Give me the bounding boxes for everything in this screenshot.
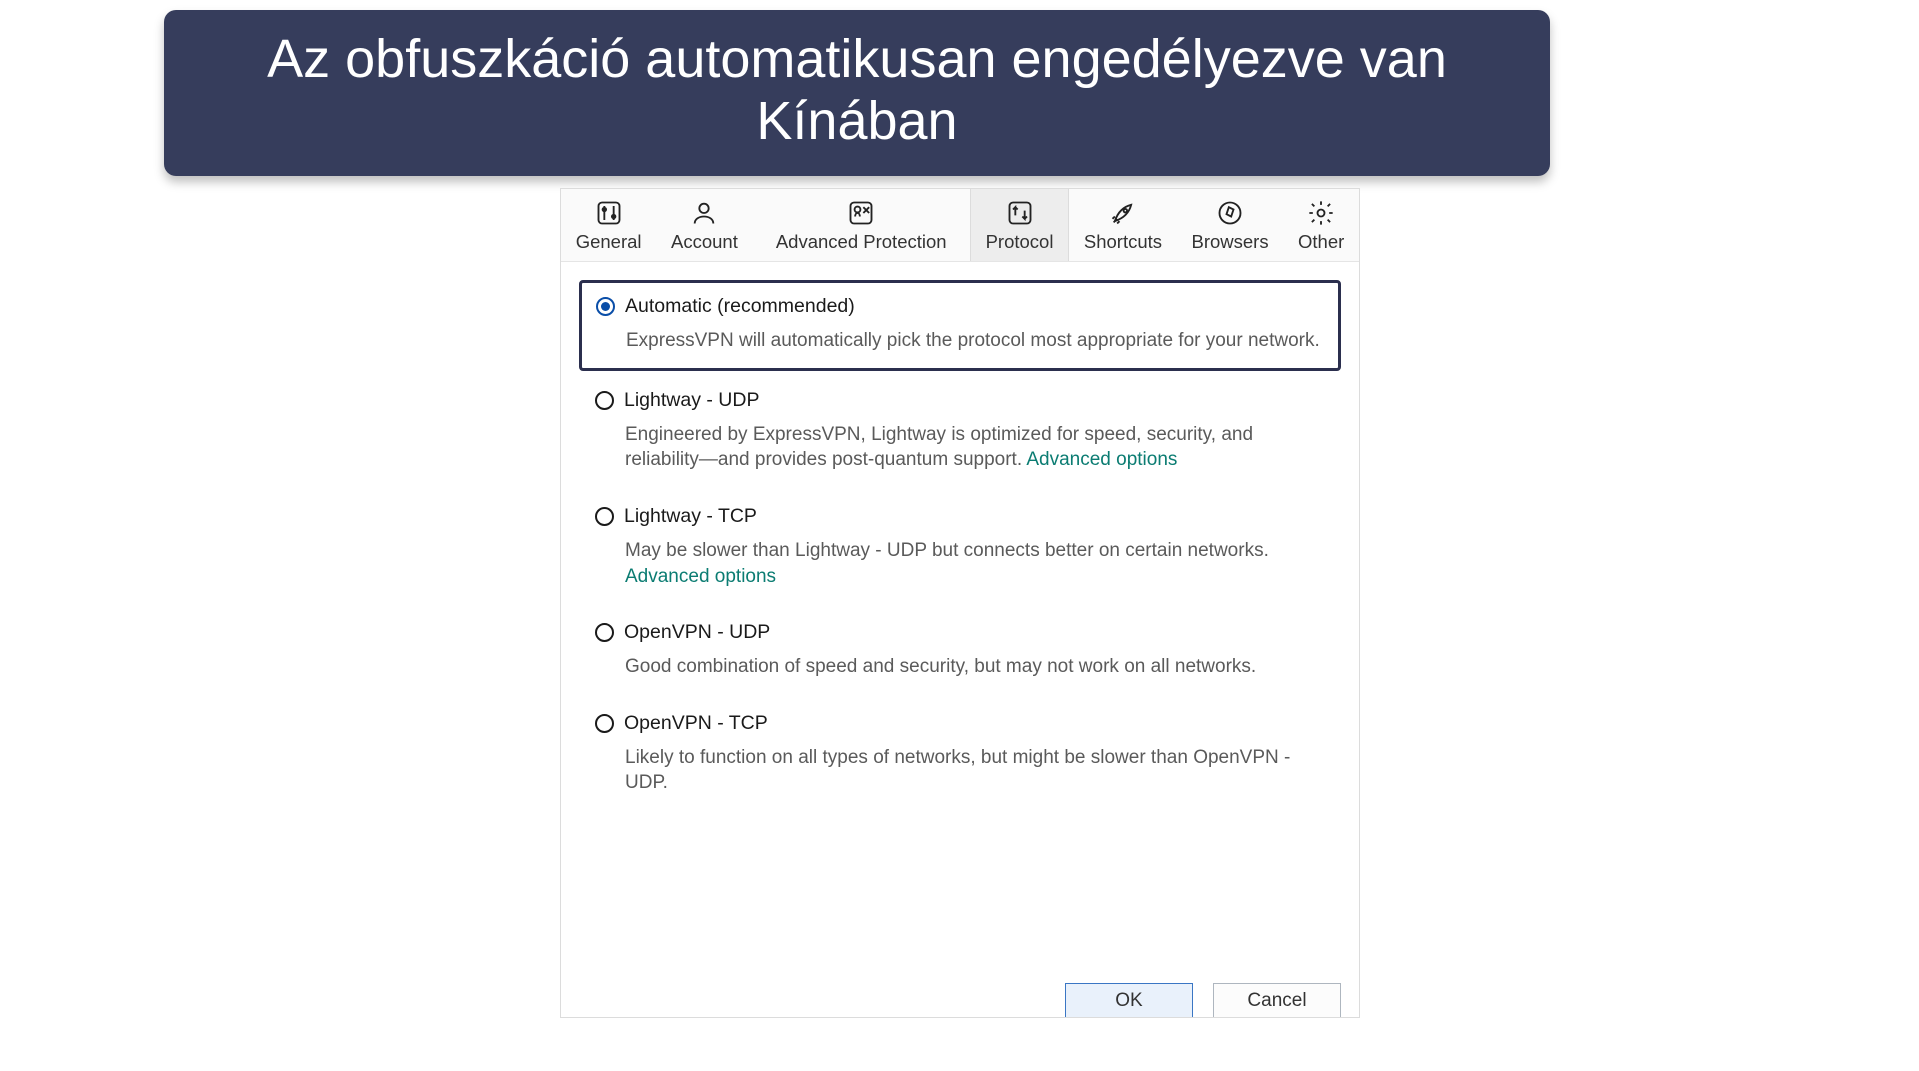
- protocol-option-lightway-udp[interactable]: Lightway - UDP Engineered by ExpressVPN,…: [579, 377, 1341, 487]
- option-title: Lightway - UDP: [624, 389, 759, 412]
- caption-text: Az obfuszkáció automatikusan engedélyezv…: [267, 29, 1447, 151]
- tab-label: Other: [1298, 231, 1344, 252]
- tab-protocol[interactable]: Protocol: [970, 189, 1069, 261]
- rocket-icon: [1109, 199, 1137, 227]
- option-description: Engineered by ExpressVPN, Lightway is op…: [625, 422, 1325, 473]
- radio-icon[interactable]: [595, 507, 614, 526]
- cancel-button[interactable]: Cancel: [1213, 983, 1341, 1017]
- radio-icon[interactable]: [596, 297, 615, 316]
- compass-icon: [1216, 199, 1244, 227]
- protocol-panel: Automatic (recommended) ExpressVPN will …: [561, 262, 1359, 1017]
- tab-label: Browsers: [1191, 231, 1268, 252]
- sliders-icon: [595, 199, 623, 227]
- option-title: OpenVPN - UDP: [624, 621, 770, 644]
- option-description: May be slower than Lightway - UDP but co…: [625, 538, 1325, 589]
- option-description: ExpressVPN will automatically pick the p…: [626, 328, 1324, 354]
- tab-shortcuts[interactable]: Shortcuts: [1069, 189, 1177, 261]
- tab-label: General: [576, 231, 642, 252]
- tab-browsers[interactable]: Browsers: [1177, 189, 1284, 261]
- shield-lock-icon: [847, 199, 875, 227]
- tab-label: Shortcuts: [1084, 231, 1162, 252]
- option-description: Good combination of speed and security, …: [625, 654, 1325, 680]
- dialog-button-bar: OK Cancel: [1065, 973, 1341, 1017]
- option-description: Likely to function on all types of netwo…: [625, 745, 1325, 796]
- description-text: May be slower than Lightway - UDP but co…: [625, 540, 1269, 561]
- advanced-options-link[interactable]: Advanced options: [625, 566, 776, 587]
- tab-label: Protocol: [986, 231, 1054, 252]
- arrows-icon: [1006, 199, 1034, 227]
- radio-icon[interactable]: [595, 623, 614, 642]
- tab-other[interactable]: Other: [1283, 189, 1359, 261]
- ok-button[interactable]: OK: [1065, 983, 1193, 1017]
- option-title: OpenVPN - TCP: [624, 712, 768, 735]
- tabbar: General Account Advanced Protection Prot…: [561, 189, 1359, 262]
- tab-advanced-protection[interactable]: Advanced Protection: [753, 189, 970, 261]
- tab-label: Advanced Protection: [776, 231, 947, 252]
- protocol-option-openvpn-tcp[interactable]: OpenVPN - TCP Likely to function on all …: [579, 700, 1341, 810]
- advanced-options-link[interactable]: Advanced options: [1026, 449, 1177, 470]
- tab-general[interactable]: General: [561, 189, 656, 261]
- gear-icon: [1307, 199, 1335, 227]
- protocol-option-lightway-tcp[interactable]: Lightway - TCP May be slower than Lightw…: [579, 493, 1341, 603]
- radio-icon[interactable]: [595, 391, 614, 410]
- radio-icon[interactable]: [595, 714, 614, 733]
- user-icon: [690, 199, 718, 227]
- option-title: Automatic (recommended): [625, 295, 855, 318]
- caption-banner: Az obfuszkáció automatikusan engedélyezv…: [164, 10, 1550, 176]
- tab-account[interactable]: Account: [656, 189, 752, 261]
- protocol-option-automatic[interactable]: Automatic (recommended) ExpressVPN will …: [579, 280, 1341, 371]
- protocol-option-openvpn-udp[interactable]: OpenVPN - UDP Good combination of speed …: [579, 609, 1341, 694]
- settings-window: General Account Advanced Protection Prot…: [560, 188, 1360, 1018]
- option-title: Lightway - TCP: [624, 505, 757, 528]
- tab-label: Account: [671, 231, 738, 252]
